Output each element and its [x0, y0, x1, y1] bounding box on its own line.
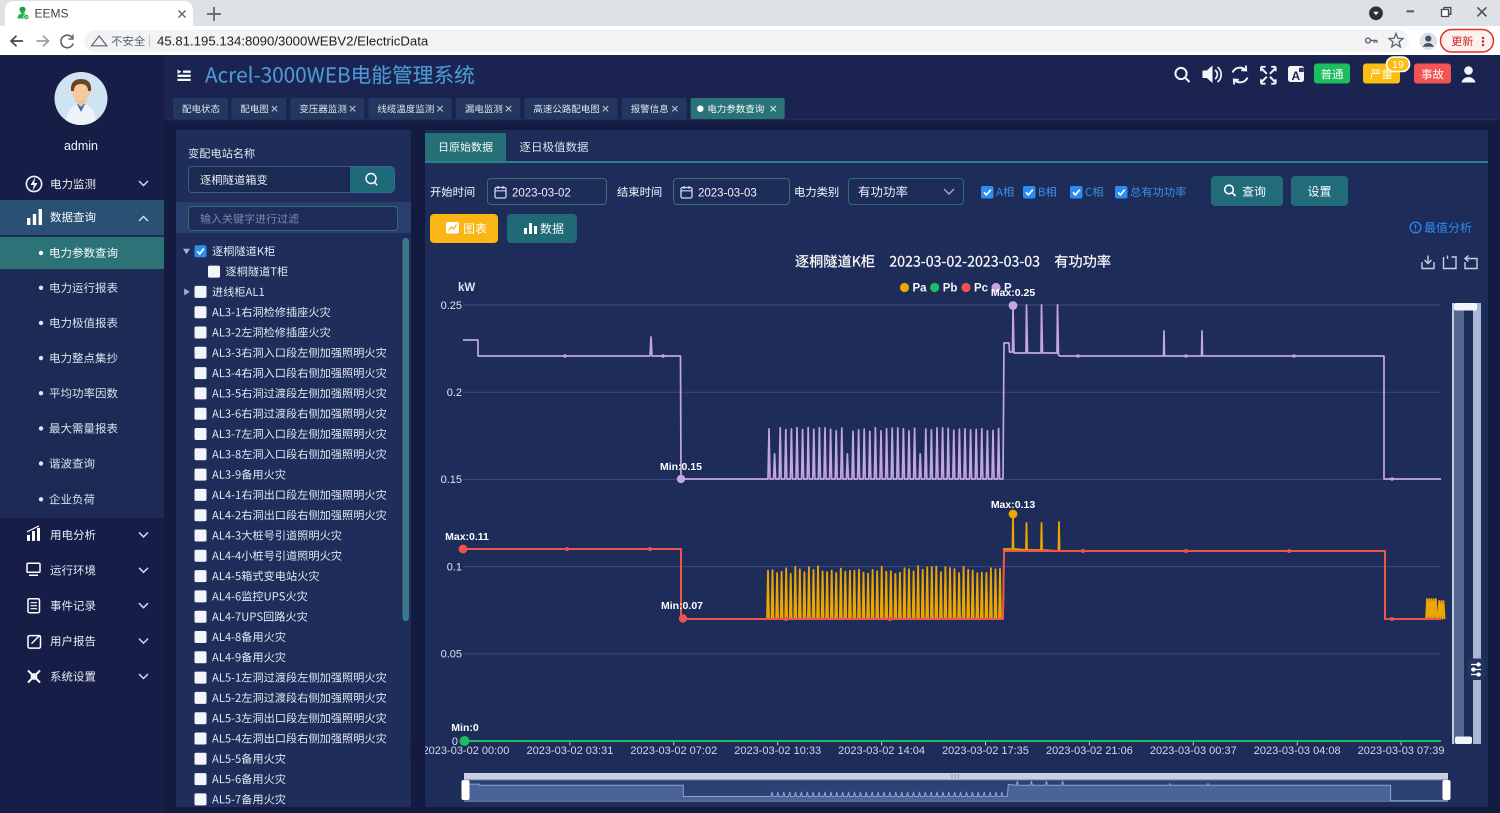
svg-text:Min:0.15: Min:0.15 — [660, 461, 702, 473]
svg-text:2023-03-02 10:33: 2023-03-02 10:33 — [734, 745, 821, 757]
svg-text:2023-03-02 21:06: 2023-03-02 21:06 — [1046, 745, 1133, 757]
svg-text:Min:0: Min:0 — [451, 722, 479, 734]
svg-text:2023-03-02 14:04: 2023-03-02 14:04 — [838, 745, 925, 757]
svg-text:2023-03-03 00:37: 2023-03-03 00:37 — [1150, 745, 1237, 757]
svg-text:Pa: Pa — [913, 283, 928, 295]
svg-text:0.1: 0.1 — [447, 561, 462, 573]
svg-text:Min:0.07: Min:0.07 — [661, 600, 703, 612]
svg-text:2023-03-03 07:39: 2023-03-03 07:39 — [1358, 745, 1445, 757]
svg-text:2023-03-02 17:35: 2023-03-02 17:35 — [942, 745, 1029, 757]
svg-text:0.05: 0.05 — [441, 649, 462, 661]
svg-text:2023-03-02 03:31: 2023-03-02 03:31 — [526, 745, 613, 757]
svg-text:Max:0.13: Max:0.13 — [991, 499, 1036, 511]
svg-text:Pb: Pb — [943, 283, 958, 295]
svg-text:0.25: 0.25 — [441, 300, 462, 312]
svg-text:19: 19 — [1392, 59, 1404, 71]
svg-text:admin: admin — [64, 139, 98, 153]
svg-text:0.2: 0.2 — [447, 387, 462, 399]
svg-text:45.81.195.134:8090/3000WEBV2/E: 45.81.195.134:8090/3000WEBV2/ElectricDat… — [157, 33, 429, 48]
svg-text:2023-03-02: 2023-03-02 — [512, 188, 571, 200]
svg-text:2023-03-02 00:00: 2023-03-02 00:00 — [423, 745, 510, 757]
svg-text:2023-03-02 07:02: 2023-03-02 07:02 — [630, 745, 717, 757]
svg-text:Max:0.11: Max:0.11 — [445, 531, 489, 543]
svg-text:Max:0.25: Max:0.25 — [991, 287, 1036, 299]
svg-text:2023-03-03 04:08: 2023-03-03 04:08 — [1254, 745, 1341, 757]
svg-text:EEMS: EEMS — [35, 7, 69, 21]
svg-text:0.15: 0.15 — [441, 474, 462, 486]
svg-text:kW: kW — [458, 282, 475, 294]
svg-text:2023-03-03: 2023-03-03 — [698, 188, 757, 200]
svg-text:Pc: Pc — [974, 283, 989, 295]
